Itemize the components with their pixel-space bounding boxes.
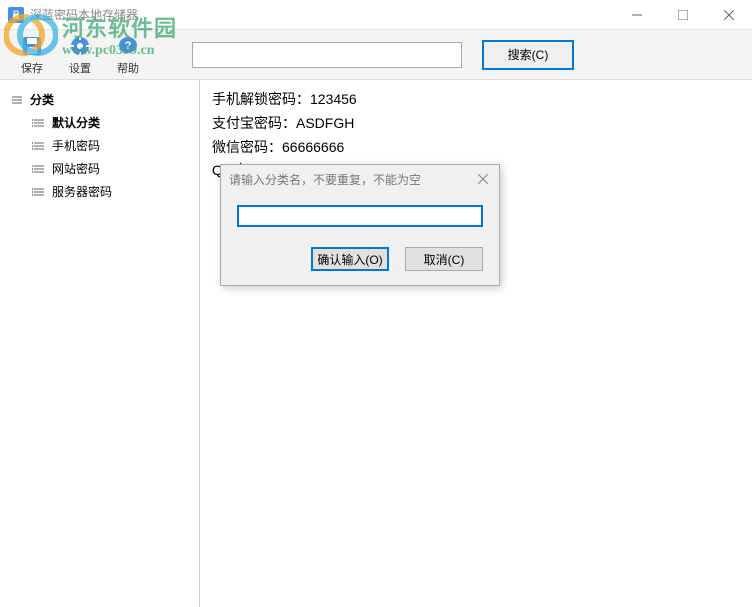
sidebar-item-1[interactable]: 手机密码: [4, 134, 195, 157]
list-icon: [32, 162, 46, 176]
window-title: 深蓝密码本地存储器: [30, 6, 138, 23]
close-button[interactable]: [706, 0, 752, 30]
list-icon: [32, 116, 46, 130]
settings-button[interactable]: 设置: [56, 32, 104, 78]
help-label: 帮助: [117, 60, 139, 76]
close-icon: [478, 174, 488, 184]
maximize-button[interactable]: [660, 0, 706, 30]
gear-icon: [68, 34, 92, 58]
tree-toggle-icon: [8, 95, 26, 105]
svg-text:?: ?: [125, 40, 132, 52]
maximize-icon: [678, 10, 688, 20]
app-icon: [8, 7, 24, 23]
tree-root[interactable]: 分类: [4, 88, 195, 111]
save-icon: [20, 34, 44, 58]
sidebar: 分类 默认分类手机密码网站密码服务器密码: [0, 80, 200, 607]
main-area: 分类 默认分类手机密码网站密码服务器密码 手机解锁密码：123456支付宝密码：…: [0, 80, 752, 607]
tree-item-label: 手机密码: [52, 137, 100, 154]
tree-root-label: 分类: [30, 91, 54, 108]
content-line-2: 微信密码：66666666: [212, 136, 740, 160]
close-icon: [724, 10, 734, 20]
search-button[interactable]: 搜索(C): [482, 40, 574, 70]
tree-item-label: 服务器密码: [52, 183, 112, 200]
cancel-button[interactable]: 取消(C): [405, 247, 483, 271]
dialog-close-button[interactable]: [473, 169, 493, 189]
window-controls: [614, 0, 752, 30]
dialog-titlebar: 请输入分类名，不要重复，不能为空: [221, 165, 499, 193]
tree-item-label: 默认分类: [52, 114, 100, 131]
sidebar-item-0[interactable]: 默认分类: [4, 111, 195, 134]
content-area: 手机解锁密码：123456支付宝密码：ASDFGH微信密码：66666666QQ…: [200, 80, 752, 607]
list-icon: [32, 139, 46, 153]
category-name-input[interactable]: [237, 205, 483, 227]
help-button[interactable]: ? 帮助: [104, 32, 152, 78]
sidebar-item-2[interactable]: 网站密码: [4, 157, 195, 180]
list-icon: [32, 185, 46, 199]
dialog-title-text: 请输入分类名，不要重复，不能为空: [229, 171, 421, 188]
minimize-button[interactable]: [614, 0, 660, 30]
settings-label: 设置: [69, 60, 91, 76]
search-input[interactable]: [192, 42, 462, 68]
confirm-button[interactable]: 确认输入(O): [311, 247, 389, 271]
content-line-0: 手机解锁密码：123456: [212, 88, 740, 112]
minimize-icon: [632, 10, 642, 20]
save-button[interactable]: 保存: [8, 32, 56, 78]
tree-item-label: 网站密码: [52, 160, 100, 177]
sidebar-item-3[interactable]: 服务器密码: [4, 180, 195, 203]
input-dialog: 请输入分类名，不要重复，不能为空 确认输入(O) 取消(C): [220, 164, 500, 286]
content-line-1: 支付宝密码：ASDFGH: [212, 112, 740, 136]
help-icon: ?: [116, 34, 140, 58]
toolbar: 保存 设置 ? 帮助 搜索(C): [0, 30, 752, 80]
save-label: 保存: [21, 60, 43, 76]
titlebar: 深蓝密码本地存储器: [0, 0, 752, 30]
